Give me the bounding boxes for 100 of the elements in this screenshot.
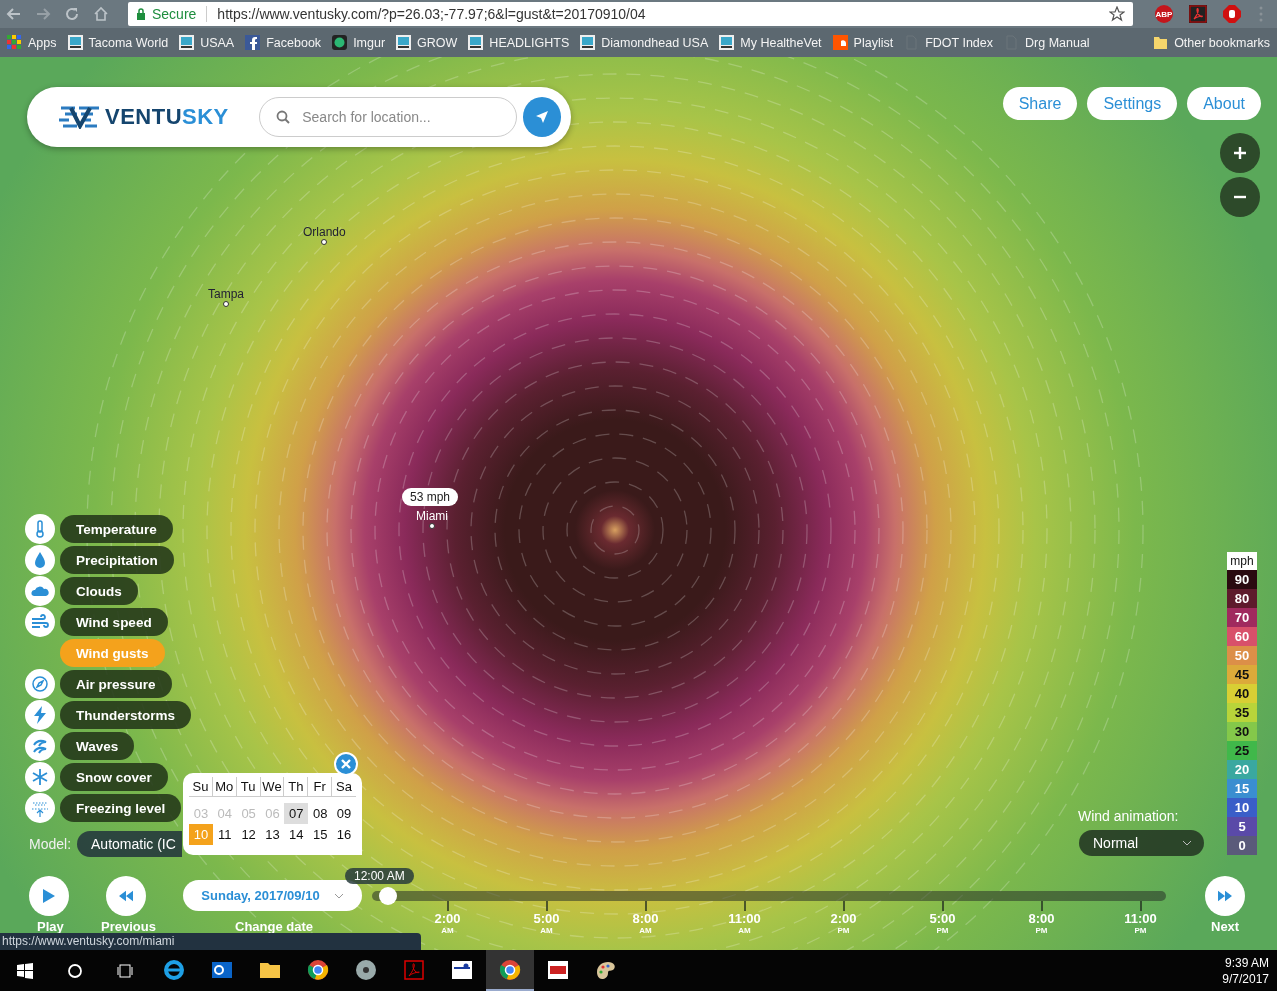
bookmark-item[interactable]: HEADLIGHTS: [468, 35, 570, 50]
adblock-extension[interactable]: ABP: [1155, 5, 1173, 23]
city-label[interactable]: Miami: [416, 509, 448, 523]
bookmark-item[interactable]: USAA: [179, 35, 235, 50]
cloud-icon: [832, 35, 848, 50]
time-tick-label: 2:00: [434, 911, 461, 926]
time-tick-label: 8:00: [632, 911, 659, 926]
time-tick-label: 5:00: [533, 911, 560, 926]
caret-icon: [333, 892, 344, 899]
layer-button[interactable]: Thunderstorms: [60, 701, 191, 729]
wind-animation-select[interactable]: Normal: [1079, 830, 1204, 856]
bookmark-folder[interactable]: Other bookmarks: [1153, 35, 1270, 50]
facebook-icon: [245, 35, 261, 50]
bookmark-item[interactable]: Drg Manual: [1004, 35, 1090, 50]
header-button[interactable]: About: [1187, 87, 1261, 120]
calendar-day[interactable]: 14: [284, 824, 309, 845]
task-view-icon[interactable]: [117, 962, 133, 979]
weekday-label: We: [260, 777, 285, 796]
address-bar[interactable]: Secure https://www.ventusky.com/?p=26.03;-77.97;6&l=gust&t=20170910/04: [128, 2, 1133, 26]
layer-button[interactable]: Clouds: [60, 577, 138, 605]
layer-button[interactable]: Temperature: [60, 515, 173, 543]
locate-button[interactable]: [522, 97, 561, 137]
bookmark-item[interactable]: Facebook: [245, 35, 322, 50]
legend-step: 40: [1227, 684, 1257, 703]
home-icon[interactable]: [93, 6, 109, 22]
time-period-label: AM: [639, 926, 652, 935]
header-button[interactable]: Settings: [1087, 87, 1178, 120]
city-label[interactable]: Tampa: [208, 287, 245, 301]
weekday-label: Th: [284, 777, 309, 796]
close-icon: [341, 759, 351, 769]
calendar-day[interactable]: 08: [308, 803, 333, 824]
layer-button[interactable]: Air pressure: [60, 670, 172, 698]
pdf-extension-icon[interactable]: [1189, 5, 1207, 23]
calendar-day[interactable]: 12: [236, 824, 261, 845]
calendar-day[interactable]: 07: [284, 803, 309, 824]
legend-step: 25: [1227, 741, 1257, 760]
windows-start-icon[interactable]: [17, 962, 33, 979]
site-icon: [179, 35, 195, 50]
legend-step: 20: [1227, 760, 1257, 779]
bookmark-item[interactable]: Playlist: [832, 35, 894, 50]
bookmark-item[interactable]: Tacoma World: [67, 35, 169, 50]
layer-button[interactable]: Wind speed: [60, 608, 168, 636]
weekday-label: Sa: [335, 778, 353, 796]
layer-button[interactable]: Freezing level: [60, 794, 182, 822]
play-label: Play: [37, 919, 64, 934]
calendar-day[interactable]: 11: [212, 824, 237, 845]
layer-button[interactable]: Waves: [60, 732, 135, 760]
legend-step: 70: [1227, 608, 1257, 627]
city-marker: [429, 523, 435, 529]
model-select[interactable]: Automatic (IC: [77, 831, 182, 857]
wind-animation-label: Wind animation:: [1078, 808, 1179, 824]
previous-label: Previous: [101, 919, 156, 934]
city-label[interactable]: Orlando: [303, 225, 346, 239]
clock-date[interactable]: 9/7/2017: [1222, 971, 1269, 986]
legend-step: 5: [1227, 817, 1257, 836]
calendar-day[interactable]: 13: [260, 824, 285, 845]
legend-step: 90: [1227, 570, 1257, 589]
reload-icon[interactable]: [64, 6, 80, 22]
status-url: https://www.ventusky.com/miami: [0, 933, 421, 950]
secure-label: Secure: [152, 6, 197, 22]
search-icon[interactable]: [67, 962, 83, 979]
bookmark-item[interactable]: Diamondhead USA: [580, 35, 709, 50]
circle-icon: [332, 35, 348, 50]
calendar-day[interactable]: 15: [308, 824, 333, 845]
site-icon: [396, 35, 412, 50]
legend-step: 15: [1227, 779, 1257, 798]
plus-icon: [1234, 147, 1246, 159]
folder-icon: [1153, 35, 1169, 50]
bookmark-item[interactable]: Imgur: [332, 35, 386, 50]
url-text: https://www.ventusky.com/?p=26.03;-77.97;6&l=gust&t=20170910/04: [217, 6, 647, 22]
caret-icon: [1182, 840, 1192, 846]
clock-time[interactable]: 9:39 AM: [1224, 955, 1269, 970]
bookmark-item[interactable]: Apps: [7, 35, 57, 50]
calendar-day[interactable]: 09: [332, 803, 356, 824]
star-icon[interactable]: [1109, 6, 1125, 22]
date-select[interactable]: Sunday, 2017/09/10: [183, 880, 362, 911]
legend-step: 80: [1227, 589, 1257, 608]
site-icon: [67, 35, 83, 50]
hand-extension-icon[interactable]: [1223, 5, 1241, 23]
legend-unit: mph: [1227, 552, 1257, 570]
calendar-day[interactable]: 16: [332, 824, 356, 845]
bookmark-item[interactable]: My HealtheVet: [719, 35, 822, 50]
ventusky-logo[interactable]: VENTUSKY: [57, 104, 240, 130]
weekday-label: Fr: [308, 777, 333, 796]
layer-button[interactable]: Snow cover: [60, 763, 168, 791]
location-arrow-icon: [534, 110, 549, 124]
weekday-label: Mo: [212, 777, 237, 796]
bookmark-item[interactable]: GROW: [396, 35, 458, 50]
legend-step: 0: [1227, 836, 1257, 855]
fast-forward-icon: [1218, 890, 1232, 902]
layer-button[interactable]: Precipitation: [60, 546, 174, 574]
lock-icon: [136, 8, 146, 20]
chrome-app-icon[interactable]: [486, 950, 534, 991]
search-icon: [276, 110, 291, 124]
city-marker: [321, 239, 328, 245]
apps-grid-icon: [7, 35, 22, 50]
bookmark-item[interactable]: FDOT Index: [904, 35, 993, 50]
back-icon[interactable]: [6, 6, 22, 22]
time-period-label: PM: [1035, 926, 1048, 935]
site-icon: [468, 35, 484, 50]
